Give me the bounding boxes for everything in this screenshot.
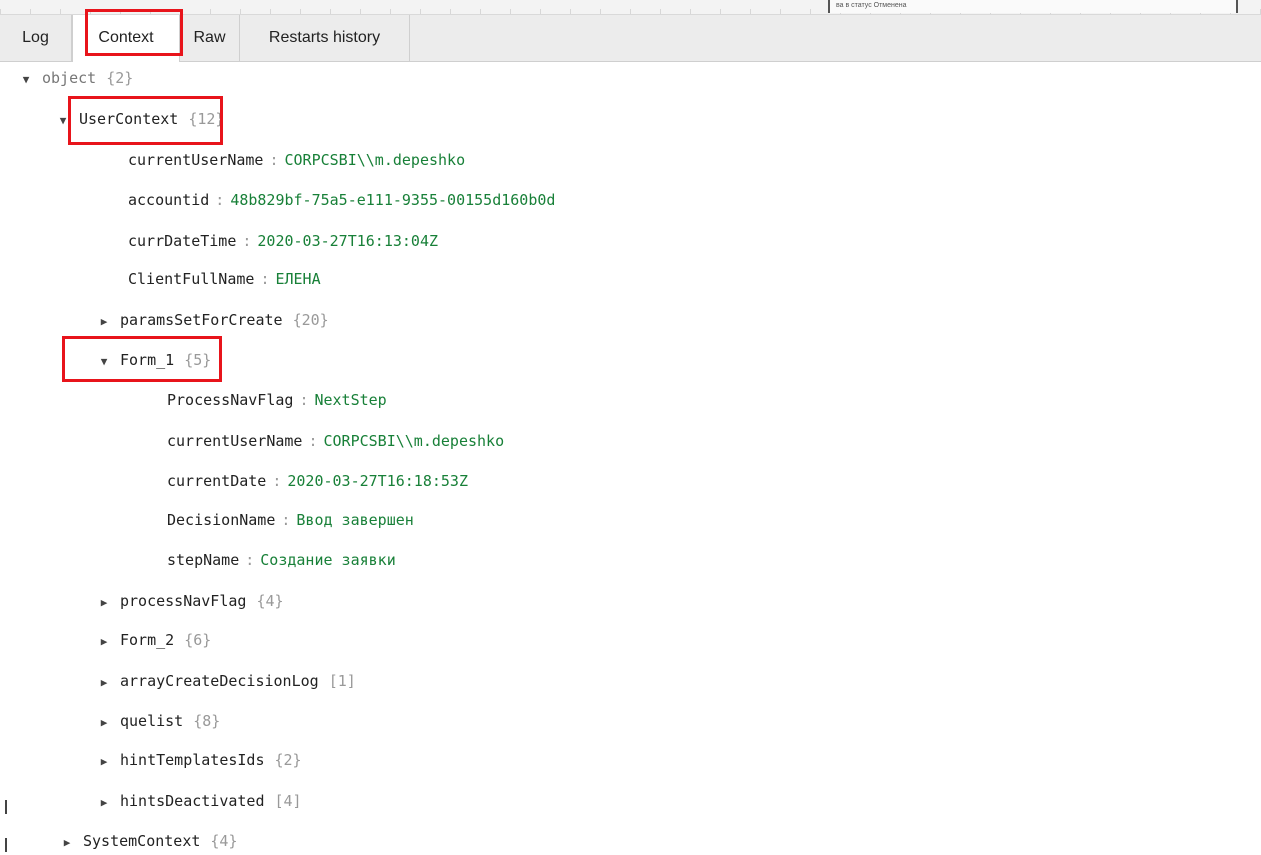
node-count: {5} <box>184 351 212 369</box>
tree-node-object: ▼ object {2} <box>18 66 134 92</box>
top-strip: ва в статус Отменена <box>0 0 1261 15</box>
tab-bar: Log Context Raw Restarts history <box>0 15 1261 62</box>
separator: : <box>281 511 291 529</box>
node-key: SystemContext <box>83 832 201 850</box>
collapsed-arrow-icon[interactable]: ▶ <box>96 671 112 695</box>
tree-leaf-stepname: stepName: Создание заявки <box>167 548 396 572</box>
leaf-key: currentDate <box>167 472 267 490</box>
tab-log[interactable]: Log <box>0 15 72 61</box>
tree-leaf-accountid: accountid:48b829bf-75a5-e111-9355-00155d… <box>128 188 555 212</box>
top-strip-note: ва в статус Отменена <box>828 0 1238 13</box>
collapsed-arrow-icon[interactable]: ▶ <box>96 750 112 774</box>
tree-node-form-1: ▼ Form_1 {5} <box>96 348 212 374</box>
node-count: {8} <box>193 712 221 730</box>
collapsed-arrow-icon[interactable]: ▶ <box>96 711 112 735</box>
leaf-key: DecisionName <box>167 511 276 529</box>
leaf-key: ClientFullName <box>128 270 255 288</box>
tab-context[interactable]: Context <box>72 15 180 62</box>
leaf-key: accountid <box>128 191 210 209</box>
node-key: hintsDeactivated <box>120 792 265 810</box>
node-count: {4} <box>210 832 238 850</box>
expanded-arrow-icon[interactable]: ▼ <box>96 350 112 374</box>
tree-leaf-currentusername: currentUserName: CORPCSBI\\m.depeshko <box>167 429 504 453</box>
separator: : <box>269 151 279 169</box>
leaf-value: ЕЛЕНА <box>275 270 321 288</box>
node-count: {2} <box>106 69 134 87</box>
collapsed-arrow-icon[interactable]: ▶ <box>96 310 112 334</box>
node-key: arrayCreateDecisionLog <box>120 672 319 690</box>
collapsed-arrow-icon[interactable]: ▶ <box>96 591 112 615</box>
node-count: [4] <box>274 792 302 810</box>
node-key: Form_1 <box>120 351 175 369</box>
node-count: {6} <box>184 631 212 649</box>
node-key: Form_2 <box>120 631 175 649</box>
tree-node-hintsdeactivated: ▶ hintsDeactivated [4] <box>96 789 302 813</box>
collapsed-arrow-icon[interactable]: ▶ <box>96 630 112 654</box>
tree-leaf-currentdate: currentDate:2020-03-27T16:18:53Z <box>167 469 468 493</box>
node-count: {12} <box>188 110 225 128</box>
tree-leaf-currdatetime: currDateTime:2020-03-27T16:13:04Z <box>128 229 438 253</box>
separator: : <box>299 391 309 409</box>
leaf-value: CORPCSBI\\m.depeshko <box>323 432 505 450</box>
leaf-value: Ввод завершен <box>296 511 414 529</box>
leaf-key: ProcessNavFlag <box>167 391 294 409</box>
tree-leaf-decisionname: DecisionName: Ввод завершен <box>167 508 414 532</box>
left-edge-mark <box>5 800 7 814</box>
leaf-key: currentUserName <box>128 151 264 169</box>
leaf-key: stepName <box>167 551 240 569</box>
leaf-value: 2020-03-27T16:18:53Z <box>287 472 468 490</box>
tab-raw[interactable]: Raw <box>180 15 240 61</box>
separator: : <box>260 270 270 288</box>
leaf-value: 48b829bf-75a5-e111-9355-00155d160b0d <box>230 191 556 209</box>
node-key: quelist <box>120 712 184 730</box>
tree-node-usercontext: ▼ UserContext {12} <box>55 107 225 133</box>
separator: : <box>272 472 282 490</box>
tree-node-form-2: ▶ Form_2 {6} <box>96 628 212 654</box>
separator: : <box>215 191 225 209</box>
tree-node-hinttemplatesids: ▶ hintTemplatesIds {2} <box>96 748 302 772</box>
leaf-value: 2020-03-27T16:13:04Z <box>257 232 439 250</box>
node-key: object <box>42 69 97 87</box>
expanded-arrow-icon[interactable]: ▼ <box>18 68 34 92</box>
node-count: [1] <box>328 672 356 690</box>
expanded-arrow-icon[interactable]: ▼ <box>55 109 71 133</box>
left-edge-mark <box>5 838 7 852</box>
tree-node-arraycreatedecisionlog: ▶ arrayCreateDecisionLog [1] <box>96 669 356 693</box>
tree-node-paramssetforcreate: ▶ paramsSetForCreate {20} <box>96 308 329 332</box>
leaf-value: CORPCSBI\\m.depeshko <box>284 151 466 169</box>
node-count: {2} <box>274 751 302 769</box>
leaf-key: currentUserName <box>167 432 303 450</box>
leaf-value: Создание заявки <box>260 551 396 569</box>
collapsed-arrow-icon[interactable]: ▶ <box>59 831 75 855</box>
collapsed-arrow-icon[interactable]: ▶ <box>96 791 112 815</box>
node-count: {20} <box>292 311 329 329</box>
node-key: UserContext <box>79 110 179 128</box>
tree-node-systemcontext: ▶ SystemContext {4} <box>59 829 238 853</box>
leaf-key: currDateTime <box>128 232 237 250</box>
tab-restarts-history[interactable]: Restarts history <box>240 15 410 61</box>
separator: : <box>245 551 255 569</box>
separator: : <box>242 232 252 250</box>
tree-leaf-currentusername: currentUserName: CORPCSBI\\m.depeshko <box>128 148 465 172</box>
leaf-value: NextStep <box>314 391 387 409</box>
separator: : <box>308 432 318 450</box>
tree-node-quelist: ▶ quelist {8} <box>96 709 221 735</box>
node-count: {4} <box>256 592 284 610</box>
tree-leaf-clientfullname: ClientFullName: ЕЛЕНА <box>128 267 321 291</box>
tree-leaf-processnavflag: ProcessNavFlag: NextStep <box>167 388 387 412</box>
node-key: paramsSetForCreate <box>120 311 283 329</box>
tree-node-processnavflag: ▶ processNavFlag {4} <box>96 589 284 613</box>
node-key: hintTemplatesIds <box>120 751 265 769</box>
node-key: processNavFlag <box>120 592 247 610</box>
